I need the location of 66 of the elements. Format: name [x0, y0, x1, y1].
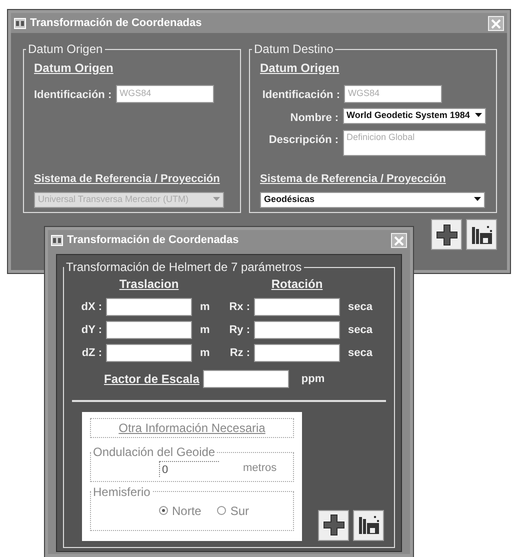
caret-icon: [213, 197, 220, 202]
field-label: Ry :: [228, 322, 251, 338]
close-icon: [491, 18, 501, 29]
text-field[interactable]: [254, 344, 340, 362]
section-heading: Datum Origen: [34, 60, 114, 77]
field-label: Rx :: [228, 300, 251, 315]
text-field[interactable]: [106, 298, 192, 316]
add-button[interactable]: [318, 510, 349, 540]
close-button[interactable]: [391, 232, 407, 248]
unit-label: m: [199, 322, 211, 338]
text-field[interactable]: [254, 321, 340, 339]
section-heading: Datum Origen: [260, 60, 340, 77]
group-title: Datum Destino: [253, 43, 334, 55]
close-button[interactable]: [488, 16, 504, 30]
description-field: Definicion Global: [342, 130, 486, 156]
field-label: Rz :: [228, 346, 251, 361]
window-title: Transformación de Coordenadas: [67, 232, 239, 248]
column-heading: Traslacion: [118, 276, 180, 293]
window-title: Transformación de Coordenadas: [30, 16, 202, 31]
field-label: Factor de Escala: [104, 371, 200, 388]
unit-label: seca: [347, 300, 374, 315]
field-label: dZ :: [80, 346, 103, 361]
caret-icon: [474, 197, 481, 202]
group-title: Hemisferio: [92, 486, 152, 498]
floppy-icon: [356, 513, 380, 537]
field-label: dY :: [80, 322, 103, 338]
field-label: Identificación :: [34, 88, 112, 103]
text-field: WGS84: [344, 85, 442, 103]
field-label: dX :: [80, 300, 103, 315]
unit-label: ppm: [300, 372, 325, 387]
group-title: Ondulación del Geoide: [92, 446, 216, 458]
text-field: WGS84: [116, 85, 214, 103]
unit-label: seca: [347, 322, 374, 338]
unit-label: metros: [243, 461, 277, 476]
text-field[interactable]: [106, 344, 192, 362]
plus-icon: [434, 222, 458, 246]
app-icon: [51, 234, 63, 246]
group-title: Transformación de Helmert de 7 parámetros: [65, 261, 303, 273]
radio-button[interactable]: [217, 506, 226, 515]
radio-label: Norte: [172, 502, 202, 520]
geoid-field[interactable]: 0: [159, 460, 219, 476]
text-field[interactable]: [254, 298, 340, 316]
field-label: Identificación :: [261, 88, 340, 103]
app-icon: [14, 18, 26, 28]
section-heading: Sistema de Referencia / Proyección: [34, 172, 220, 187]
text-field[interactable]: [203, 370, 290, 388]
save-button[interactable]: [353, 510, 384, 540]
radio-button[interactable]: [159, 506, 168, 515]
column-heading: Rotación: [270, 276, 324, 293]
field-label: Nombre :: [289, 110, 339, 126]
field-label: Descripción :: [268, 133, 339, 148]
group-title: Datum Origen: [27, 43, 104, 55]
add-button[interactable]: [431, 219, 462, 250]
panel-title: Otra Información Necesaria: [90, 418, 294, 438]
close-icon: [394, 236, 404, 246]
unit-label: m: [199, 346, 211, 361]
caret-icon: [475, 113, 482, 118]
radio-label: Sur: [230, 502, 250, 520]
unit-label: seca: [347, 346, 374, 361]
name-dropdown[interactable]: World Geodetic System 1984: [342, 108, 486, 124]
plus-icon: [322, 513, 346, 537]
unit-label: m: [199, 300, 211, 315]
text-field[interactable]: [106, 321, 192, 339]
save-button[interactable]: [466, 219, 497, 250]
system-dropdown[interactable]: Geodésicas: [260, 192, 485, 208]
section-heading: Sistema de Referencia / Proyección: [260, 172, 446, 187]
